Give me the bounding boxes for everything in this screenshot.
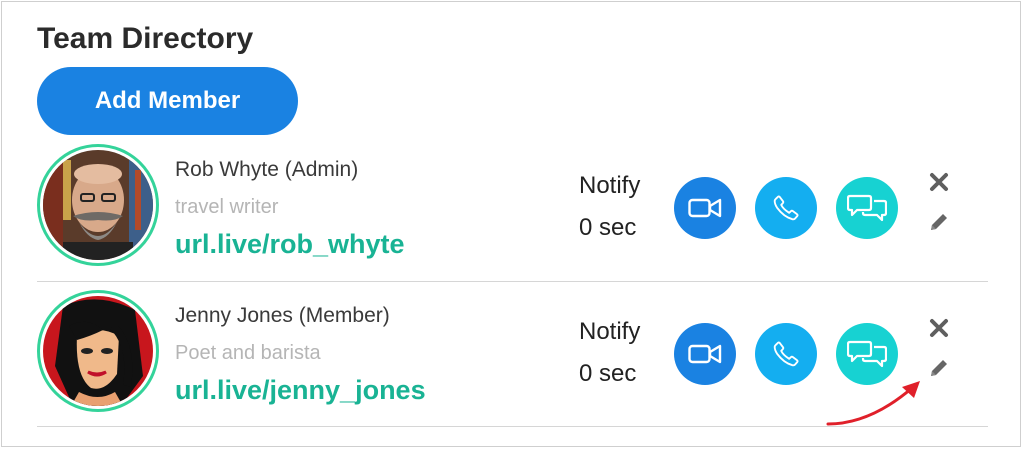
video-icon xyxy=(688,198,722,218)
avatar-photo xyxy=(43,296,153,406)
notify-time: 0 sec xyxy=(579,214,637,241)
notify-label: Notify xyxy=(579,172,641,199)
chat-icon xyxy=(847,340,887,368)
page-title: Team Directory xyxy=(37,22,254,55)
chat-icon xyxy=(847,194,887,222)
edit-member-button[interactable] xyxy=(927,356,951,380)
delete-icon xyxy=(930,173,948,191)
member-role: Poet and barista xyxy=(175,342,321,364)
phone-icon xyxy=(773,341,799,367)
phone-call-button[interactable] xyxy=(755,323,817,385)
notify-time: 0 sec xyxy=(579,360,637,387)
member-link[interactable]: url.live/jenny_jones xyxy=(175,375,426,406)
member-link[interactable]: url.live/rob_whyte xyxy=(175,229,405,260)
delete-member-button[interactable] xyxy=(927,316,951,340)
video-call-button[interactable] xyxy=(674,323,736,385)
edit-member-button[interactable] xyxy=(927,210,951,234)
edit-icon xyxy=(931,214,947,230)
chat-button[interactable] xyxy=(836,177,898,239)
video-call-button[interactable] xyxy=(674,177,736,239)
phone-icon xyxy=(773,195,799,221)
notify-label: Notify xyxy=(579,318,641,345)
annotation-arrow xyxy=(826,381,920,426)
edit-icon xyxy=(931,360,947,376)
avatar[interactable] xyxy=(37,144,159,266)
row-divider xyxy=(37,281,988,282)
member-name: Rob Whyte (Admin) xyxy=(175,158,359,181)
avatar[interactable] xyxy=(37,290,159,412)
add-member-button[interactable]: Add Member xyxy=(37,67,298,135)
member-name: Jenny Jones (Member) xyxy=(175,304,390,327)
delete-member-button[interactable] xyxy=(927,170,951,194)
member-role: travel writer xyxy=(175,196,279,218)
phone-call-button[interactable] xyxy=(755,177,817,239)
member-row: Rob Whyte (Admin) travel writer url.live… xyxy=(37,144,988,274)
delete-icon xyxy=(930,319,948,337)
video-icon xyxy=(688,344,722,364)
avatar-photo xyxy=(43,150,153,260)
